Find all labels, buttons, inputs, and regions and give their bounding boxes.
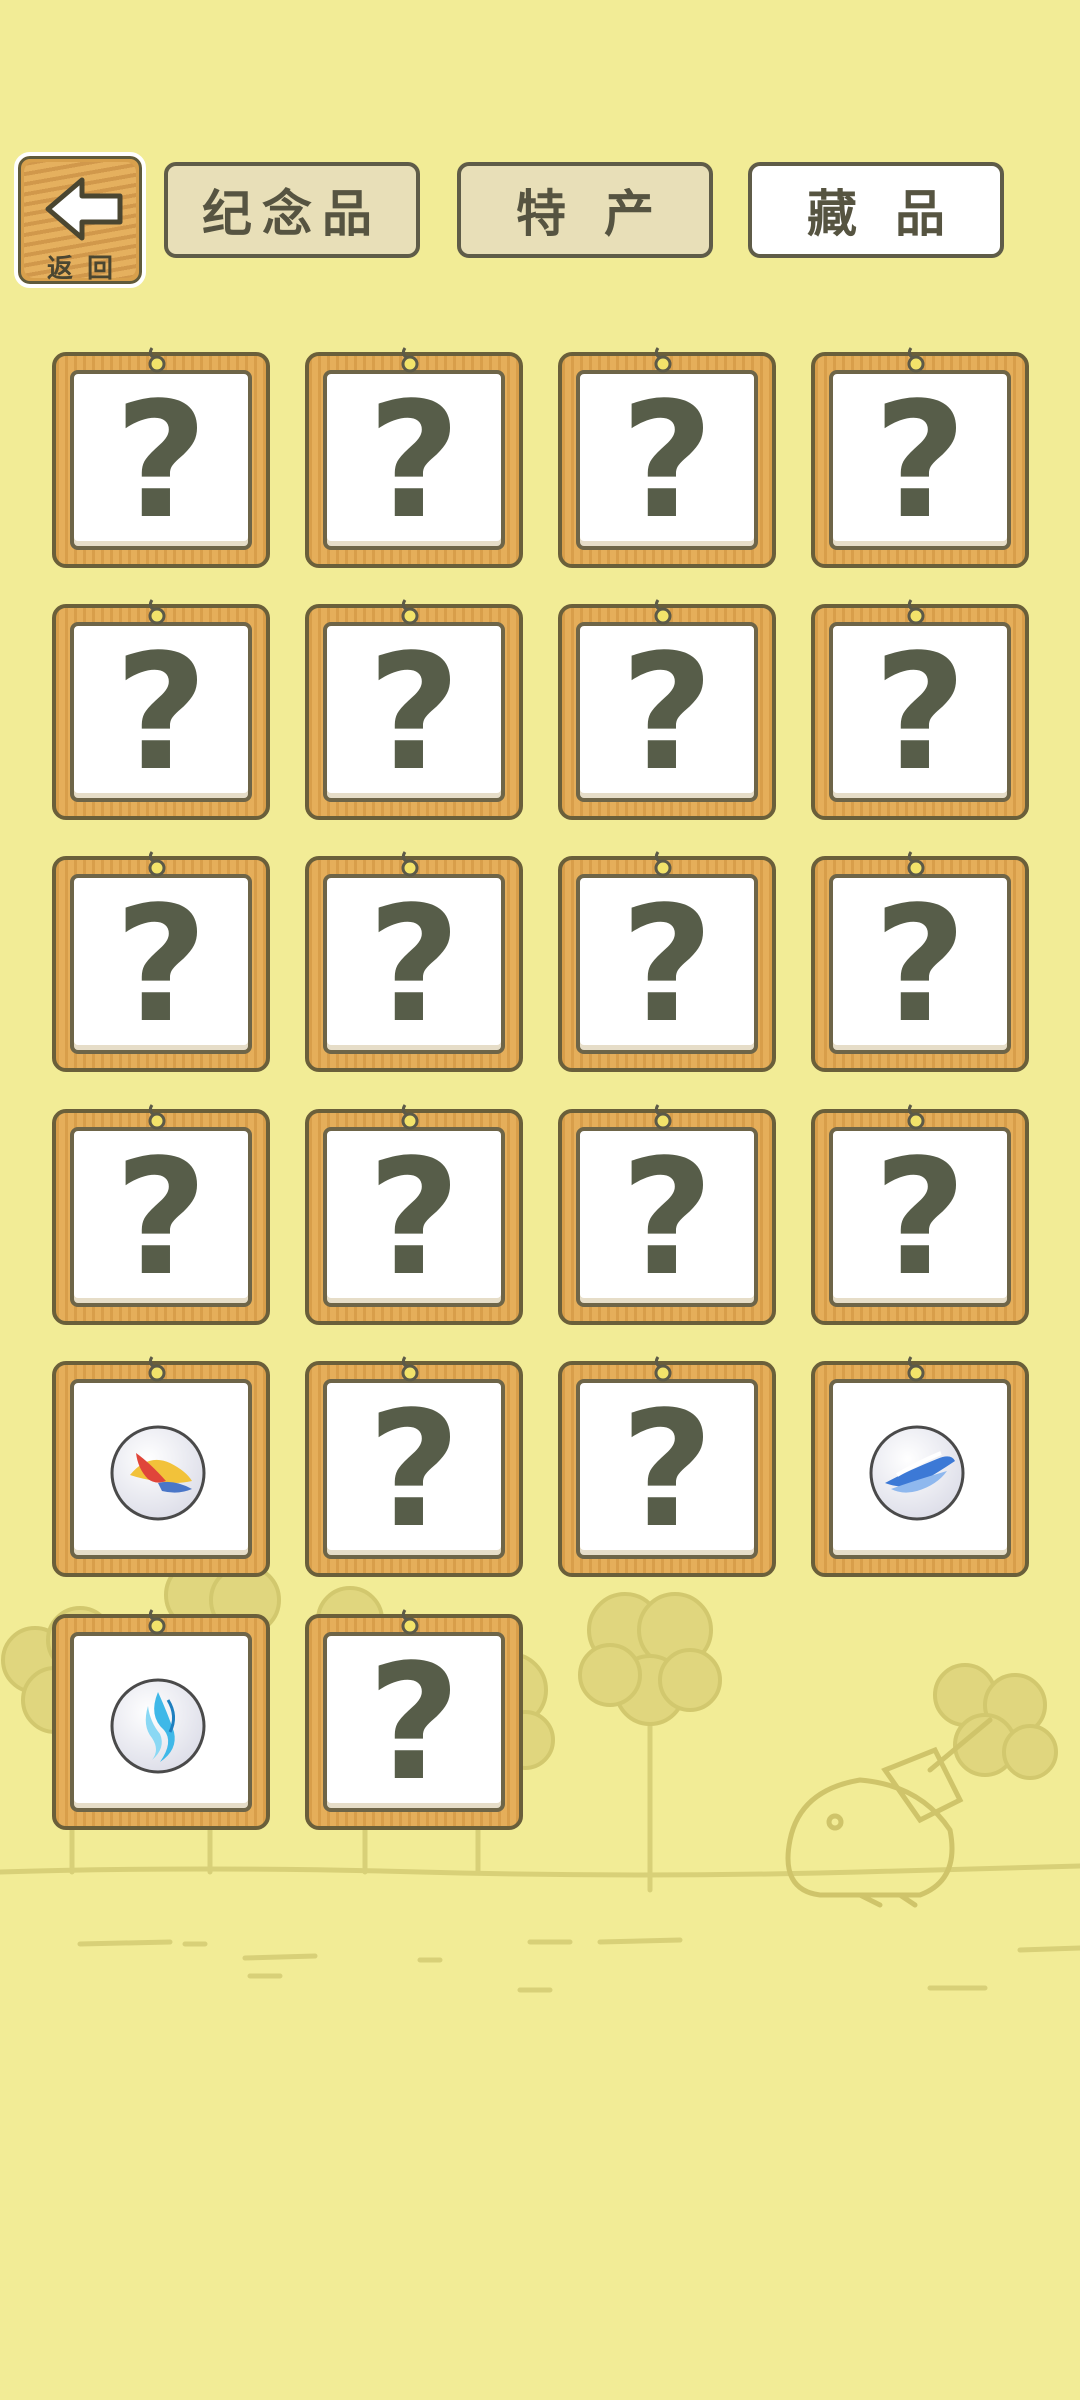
locked-collectible-card[interactable]: ? <box>305 599 523 820</box>
question-mark-icon: ? <box>367 367 461 554</box>
collectible-card[interactable] <box>811 1356 1029 1577</box>
locked-collectible-card[interactable]: ? <box>811 1104 1029 1325</box>
locked-collectible-card[interactable]: ? <box>558 1356 776 1577</box>
question-mark-icon: ? <box>620 619 714 806</box>
tab-specialties[interactable]: 特产 <box>457 162 713 258</box>
blue-marble-icon <box>869 1425 965 1521</box>
hanging-ring-icon <box>148 1609 166 1635</box>
locked-collectible-card[interactable]: ? <box>558 347 776 568</box>
locked-collectible-card[interactable]: ? <box>305 1104 523 1325</box>
question-mark-icon: ? <box>367 619 461 806</box>
collectible-card[interactable] <box>52 1356 270 1577</box>
locked-collectible-card[interactable]: ? <box>558 1104 776 1325</box>
tab-souvenirs[interactable]: 纪念品 <box>164 162 420 258</box>
question-mark-icon: ? <box>873 367 967 554</box>
question-mark-icon: ? <box>114 871 208 1058</box>
question-mark-icon: ? <box>367 1629 461 1816</box>
locked-collectible-card[interactable]: ? <box>305 1609 523 1830</box>
question-mark-icon: ? <box>620 1376 714 1563</box>
locked-collectible-card[interactable]: ? <box>305 347 523 568</box>
question-mark-icon: ? <box>114 619 208 806</box>
locked-collectible-card[interactable]: ? <box>558 599 776 820</box>
left-arrow-icon <box>45 177 123 241</box>
locked-collectible-card[interactable]: ? <box>811 599 1029 820</box>
collectible-card[interactable] <box>52 1609 270 1830</box>
hanging-ring-icon <box>907 1356 925 1382</box>
question-mark-icon: ? <box>873 619 967 806</box>
locked-collectible-card[interactable]: ? <box>52 1104 270 1325</box>
question-mark-icon: ? <box>367 871 461 1058</box>
question-mark-icon: ? <box>873 871 967 1058</box>
question-mark-icon: ? <box>367 1124 461 1311</box>
question-mark-icon: ? <box>114 1124 208 1311</box>
red-yellow-marble-icon <box>110 1425 206 1521</box>
locked-collectible-card[interactable]: ? <box>52 347 270 568</box>
locked-collectible-card[interactable]: ? <box>52 851 270 1072</box>
locked-collectible-card[interactable]: ? <box>305 1356 523 1577</box>
locked-collectible-card[interactable]: ? <box>811 851 1029 1072</box>
question-mark-icon: ? <box>620 367 714 554</box>
tab-collectibles[interactable]: 藏品 <box>748 162 1004 258</box>
question-mark-icon: ? <box>367 1376 461 1563</box>
cyan-marble-icon <box>110 1678 206 1774</box>
locked-collectible-card[interactable]: ? <box>558 851 776 1072</box>
locked-collectible-card[interactable]: ? <box>811 347 1029 568</box>
locked-collectible-card[interactable]: ? <box>52 599 270 820</box>
hanging-ring-icon <box>148 1356 166 1382</box>
question-mark-icon: ? <box>873 1124 967 1311</box>
question-mark-icon: ? <box>620 871 714 1058</box>
back-button[interactable]: 返回 <box>14 152 146 288</box>
locked-collectible-card[interactable]: ? <box>305 851 523 1072</box>
question-mark-icon: ? <box>620 1124 714 1311</box>
question-mark-icon: ? <box>114 367 208 554</box>
back-button-label: 返回 <box>46 254 127 284</box>
